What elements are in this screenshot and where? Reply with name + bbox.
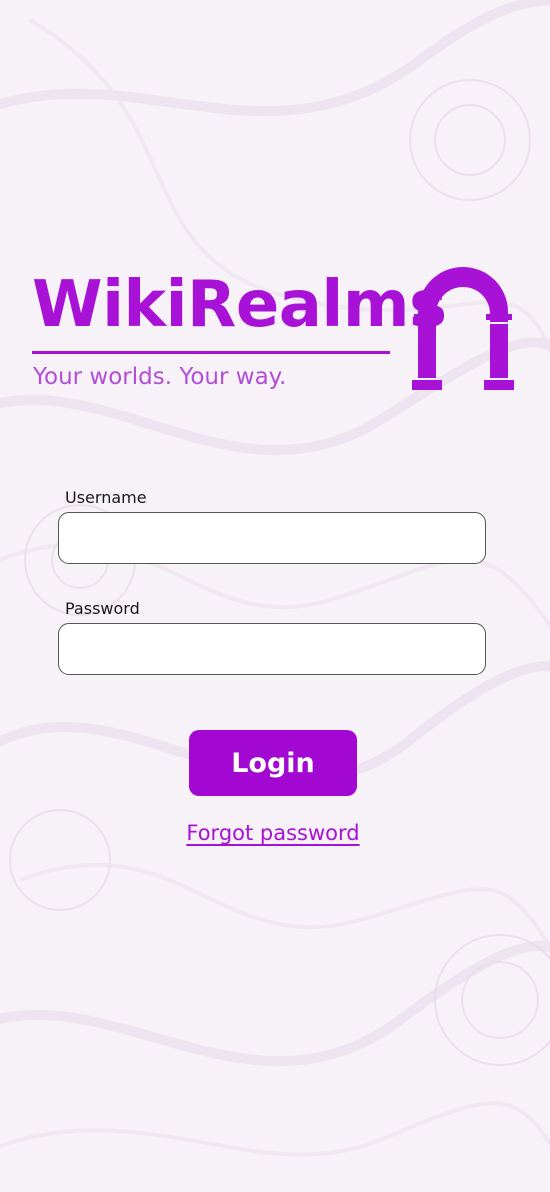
username-label: Username <box>65 488 147 507</box>
password-input[interactable] <box>58 623 486 675</box>
arch-icon <box>412 267 514 390</box>
username-input[interactable] <box>58 512 486 564</box>
brand-block: WikiRealms Your worlds. Your way. <box>32 268 447 390</box>
app-title: WikiRealms <box>32 268 447 342</box>
title-underline <box>32 351 390 354</box>
login-button[interactable]: Login <box>189 730 357 796</box>
marble-background <box>0 0 550 1192</box>
app-tagline: Your worlds. Your way. <box>33 364 287 390</box>
forgot-password-link[interactable]: Forgot password <box>177 818 369 848</box>
password-label: Password <box>65 599 140 618</box>
